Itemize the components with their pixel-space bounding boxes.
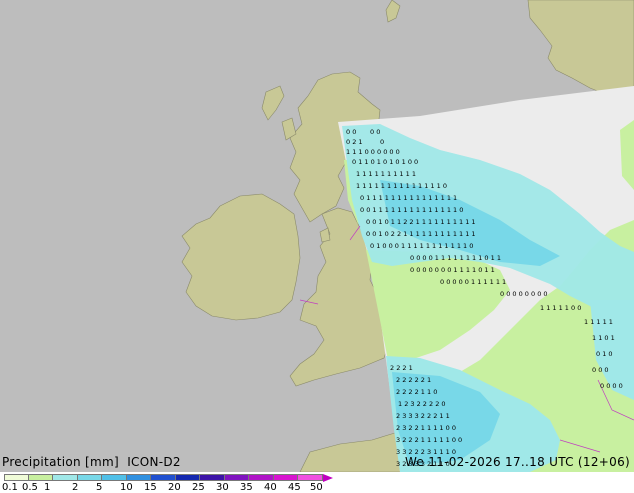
svg-text:2 2 2 2 2 1: 2 2 2 2 2 1 bbox=[396, 376, 431, 384]
svg-text:2 2 2 2 1 1 0: 2 2 2 2 1 1 0 bbox=[396, 388, 437, 396]
color-scale-segment bbox=[4, 474, 29, 481]
svg-text:0 0 0 0 0 1 1 1 1 1 1: 0 0 0 0 0 1 1 1 1 1 1 bbox=[440, 278, 506, 286]
svg-text:0 1 1 1 1 1 1 1 1 1 1 1 1 1 1: 0 1 1 1 1 1 1 1 1 1 1 1 1 1 1 1 bbox=[360, 194, 457, 202]
color-scale-segment bbox=[28, 474, 53, 481]
svg-text:3 2 2 2 1 1 1 1 1 0 0: 3 2 2 2 1 1 1 1 1 0 0 bbox=[396, 436, 462, 444]
svg-text:1 1 1 1 1 0 0: 1 1 1 1 1 0 0 bbox=[540, 304, 581, 312]
color-scale-label: 0.1 bbox=[2, 482, 18, 493]
svg-text:0 1 0: 0 1 0 bbox=[596, 350, 613, 358]
color-scale-label: 35 bbox=[240, 482, 253, 493]
svg-text:1 1 1 1 1: 1 1 1 1 1 bbox=[584, 318, 613, 326]
color-scale-label: 10 bbox=[120, 482, 133, 493]
color-scale-segment bbox=[298, 474, 323, 481]
svg-text:0 0 1 1 1 1 1 1 1 1 1 1 1 1 1: 0 0 1 1 1 1 1 1 1 1 1 1 1 1 1 1 0 bbox=[360, 206, 463, 214]
color-scale-segment bbox=[151, 474, 176, 481]
svg-text:0 0 0 0 0 0 0 0: 0 0 0 0 0 0 0 0 bbox=[500, 290, 548, 298]
svg-text:0 2 1: 0 2 1 bbox=[346, 138, 363, 146]
color-scale-label: 40 bbox=[264, 482, 277, 493]
color-scale-label: 50 bbox=[310, 482, 323, 493]
svg-text:0 0: 0 0 bbox=[370, 128, 380, 136]
svg-text:1 2 3 2 2 2 2 0: 1 2 3 2 2 2 2 0 bbox=[398, 400, 446, 408]
svg-text:1 1 1 1 1 1 1 1 1 1: 1 1 1 1 1 1 1 1 1 1 bbox=[356, 170, 416, 178]
svg-text:0 0 0 0 1 1 1 1 1 1 1 1 0 1 1: 0 0 0 0 1 1 1 1 1 1 1 1 0 1 1 bbox=[410, 254, 501, 262]
svg-text:2 3 2 2 1 1 1 1 0 0: 2 3 2 2 1 1 1 1 0 0 bbox=[396, 424, 456, 432]
svg-text:0 0 0: 0 0 0 bbox=[592, 366, 609, 374]
color-scale-label: 25 bbox=[192, 482, 205, 493]
svg-text:0 0 1 0 2 2 1 1 1 1 1 1 1 1 1: 0 0 1 0 2 2 1 1 1 1 1 1 1 1 1 1 1 1 bbox=[366, 230, 476, 238]
svg-text:1 1 0 1: 1 1 0 1 bbox=[592, 334, 615, 342]
color-scale-segment bbox=[53, 474, 78, 481]
color-scale-label: 2 bbox=[72, 482, 79, 493]
color-scale-label: 20 bbox=[168, 482, 181, 493]
color-scale-segment bbox=[273, 474, 298, 481]
color-scale-segment bbox=[102, 474, 127, 481]
color-scale-arrow bbox=[322, 474, 333, 482]
precipitation-map: 0 0 0 0 0 2 1 0 1 1 1 0 0 0 0 0 0 0 1 1 0 … bbox=[0, 0, 634, 472]
color-scale-label: 45 bbox=[288, 482, 301, 493]
svg-text:2 2 2 1: 2 2 2 1 bbox=[390, 364, 413, 372]
map-canvas: 0 0 0 0 0 2 1 0 1 1 1 0 0 0 0 0 0 0 1 1 0 … bbox=[0, 0, 634, 472]
color-scale-label: 15 bbox=[144, 482, 157, 493]
legend-title: Precipitation [mm] ICON-D2 bbox=[2, 455, 181, 469]
color-scale-bar bbox=[4, 474, 333, 482]
color-scale-segment bbox=[249, 474, 274, 481]
color-scale-labels: 0.1 0.5 1 2 5 10 15 20 25 30 35 40 45 50 bbox=[0, 482, 340, 493]
color-scale-segment bbox=[200, 474, 225, 481]
color-scale-segment bbox=[126, 474, 151, 481]
forecast-datetime: We 11-02-2026 17..18 UTC (12+06) bbox=[404, 455, 630, 469]
color-scale-label: 5 bbox=[96, 482, 103, 493]
svg-text:1 1 1 0 0 0 0 0 0: 1 1 1 0 0 0 0 0 0 bbox=[346, 148, 400, 156]
svg-text:0 0: 0 0 bbox=[346, 128, 356, 136]
color-scale-label: 30 bbox=[216, 482, 229, 493]
svg-text:0: 0 bbox=[380, 138, 384, 146]
svg-text:1 1 1 1 1 1 1 1 1 1 1 1 1 1 0: 1 1 1 1 1 1 1 1 1 1 1 1 1 1 0 bbox=[356, 182, 447, 190]
color-scale-segment bbox=[224, 474, 249, 481]
color-scale-label: 0.5 bbox=[22, 482, 38, 493]
svg-text:0 0 0 0: 0 0 0 0 bbox=[600, 382, 623, 390]
color-scale-segment bbox=[77, 474, 102, 481]
svg-text:0 0 0 0 0 0 0 1 1 1 1 0 1 1: 0 0 0 0 0 0 0 1 1 1 1 0 1 1 bbox=[410, 266, 495, 274]
color-scale-segment bbox=[175, 474, 200, 481]
svg-text:2 3 3 3 2 2 2 1 1: 2 3 3 3 2 2 2 1 1 bbox=[396, 412, 450, 420]
svg-text:0 1 0 0 0 1 1 1 1 1 1 1 1 1 1: 0 1 0 0 0 1 1 1 1 1 1 1 1 1 1 1 0 bbox=[370, 242, 473, 250]
legend-footer: Precipitation [mm] ICON-D2 We 11-02-2026… bbox=[0, 454, 634, 493]
svg-text:0 0 1 0 1 1 2 2 1 1 1 1 1 1 1: 0 0 1 0 1 1 2 2 1 1 1 1 1 1 1 1 1 1 bbox=[366, 218, 476, 226]
svg-text:0 1 1 0 1 0 1 0 1 0 0: 0 1 1 0 1 0 1 0 1 0 0 bbox=[352, 158, 418, 166]
color-scale-label: 1 bbox=[44, 482, 51, 493]
